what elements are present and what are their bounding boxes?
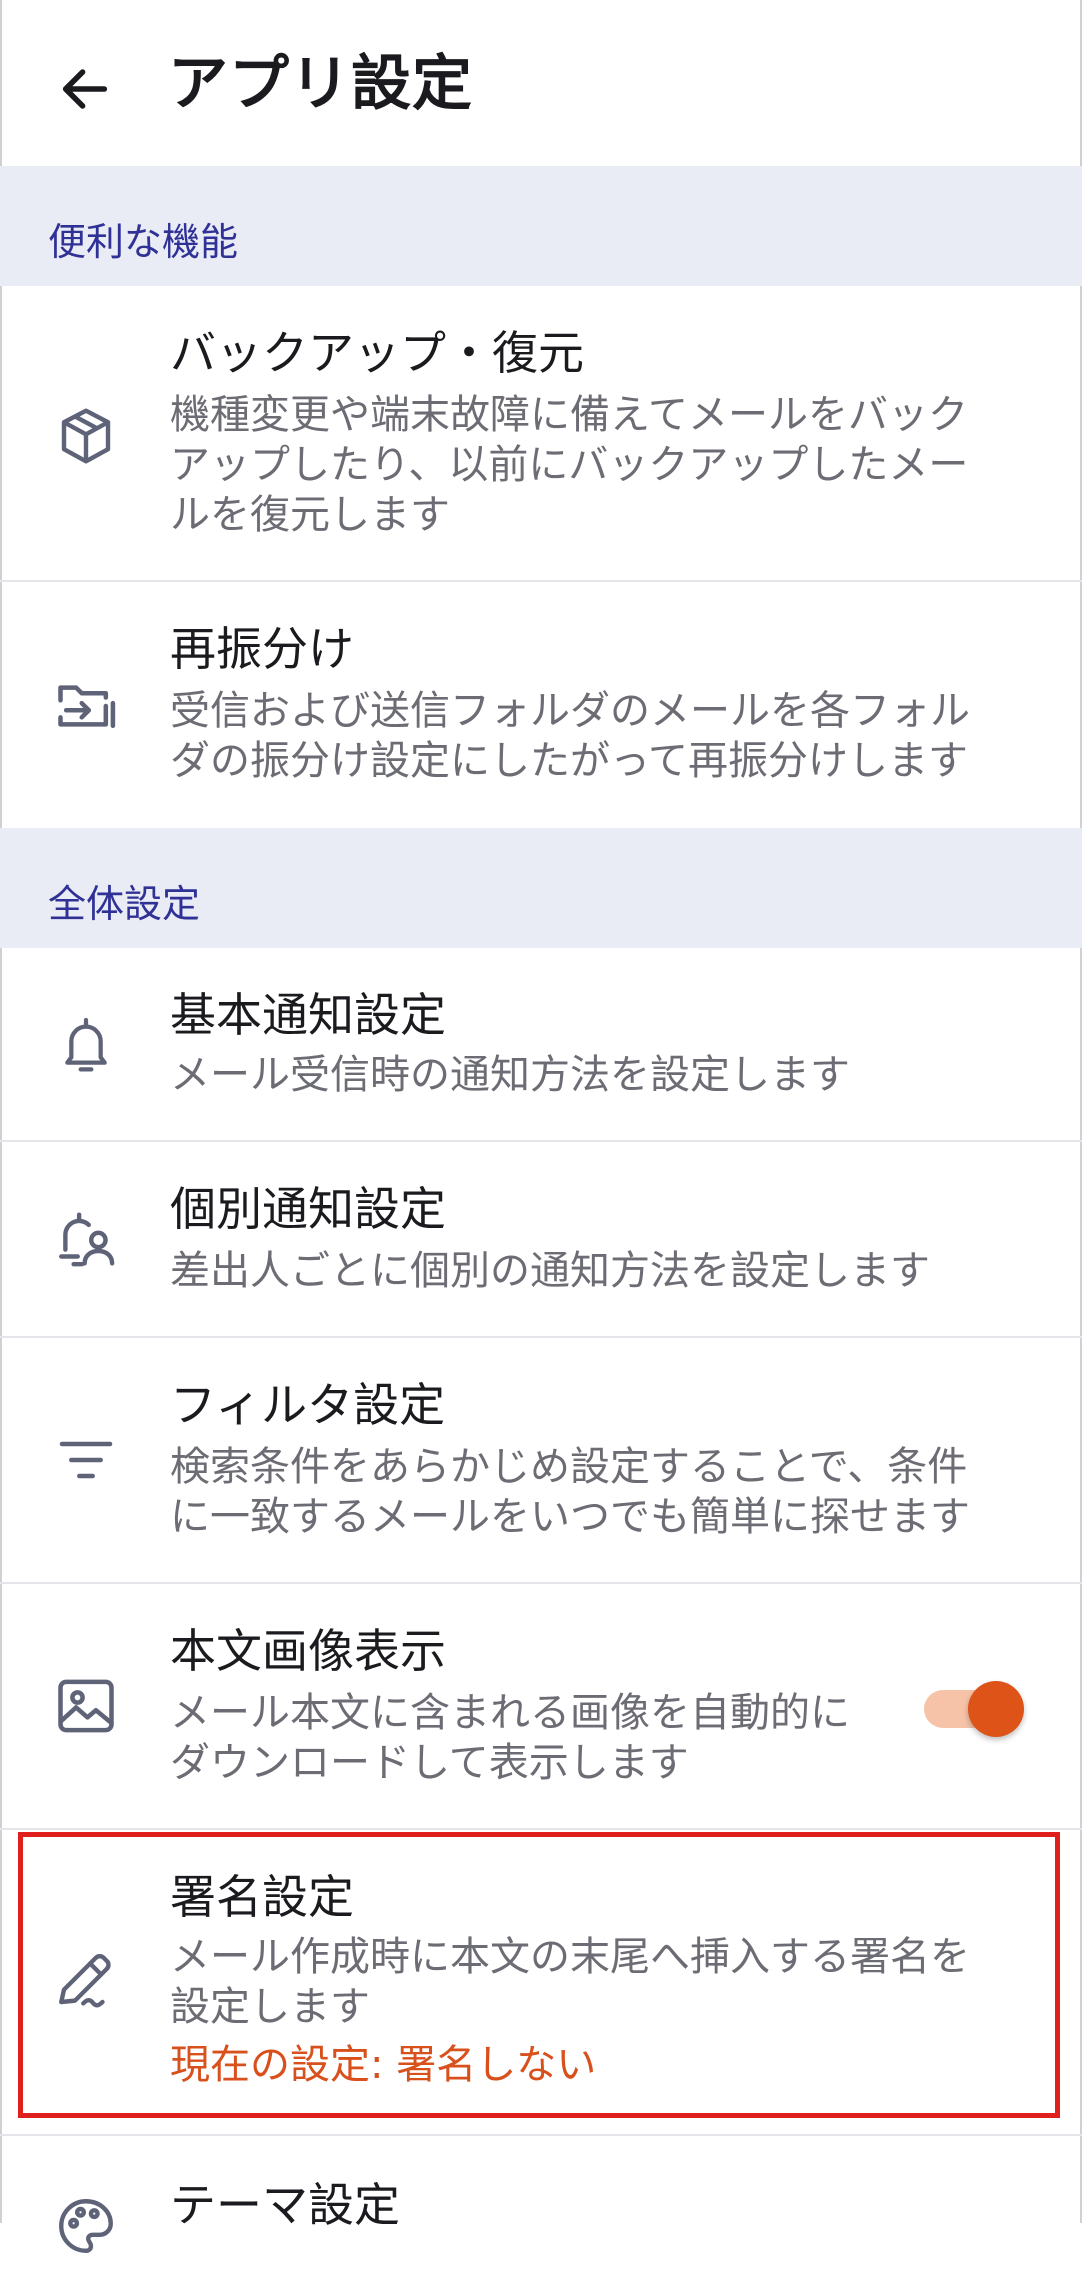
bell-icon (46, 1004, 126, 1084)
item-description: メール受信時の通知方法を設定します (170, 1052, 850, 1098)
folder-move-icon (46, 666, 126, 746)
page-title: アプリ設定 (168, 49, 473, 119)
section-header-features: 便利な機能 (0, 166, 1082, 286)
pen-icon (46, 1940, 126, 2020)
item-description: 受信および送信フォルダのメールを各フォル ダの振分け設定にしたがって再振分けしま… (170, 688, 970, 784)
item-title: テーマ設定 (170, 2178, 400, 2232)
setting-item-image-display[interactable]: 本文画像表示 メール本文に含まれる画像を自動的に ダウンロードして表示します (0, 1584, 1082, 1830)
item-description: メール本文に含まれる画像を自動的に ダウンロードして表示します (170, 1690, 850, 1786)
item-description: 検索条件をあらかじめ設定することで、条件 に一致するメールをいつでも簡単に探せま… (170, 1444, 970, 1540)
box-icon (46, 396, 126, 476)
setting-item-individual-notify[interactable]: 個別通知設定 差出人ごとに個別の通知方法を設定します (0, 1142, 1082, 1338)
item-description: 差出人ごとに個別の通知方法を設定します (170, 1248, 930, 1294)
setting-item-basic-notify[interactable]: 基本通知設定 メール受信時の通知方法を設定します (0, 948, 1082, 1142)
image-display-toggle[interactable] (918, 1668, 1026, 1748)
toggle-thumb (968, 1681, 1024, 1737)
image-icon (46, 1666, 126, 1746)
setting-item-backup[interactable]: バックアップ・復元 機種変更や端末故障に備えてメールをバック アップしたり、以前… (0, 286, 1082, 582)
filter-lines-icon (46, 1420, 126, 1500)
item-title: 本文画像表示 (170, 1624, 446, 1678)
signature-current-value: 現在の設定: 署名しない (170, 2042, 597, 2088)
section-label: 便利な機能 (48, 220, 239, 264)
setting-item-filter[interactable]: フィルタ設定 検索条件をあらかじめ設定することで、条件 に一致するメールをいつで… (0, 1338, 1082, 1584)
setting-item-theme[interactable]: テーマ設定 (0, 2136, 1082, 2296)
section-label: 全体設定 (48, 882, 201, 926)
section-header-general: 全体設定 (0, 828, 1082, 948)
setting-item-resort[interactable]: 再振分け 受信および送信フォルダのメールを各フォル ダの振分け設定にしたがって再… (0, 582, 1082, 830)
palette-icon (46, 2186, 126, 2266)
item-title: 署名設定 (170, 1870, 354, 1924)
bell-person-icon (46, 1200, 126, 1280)
item-title: フィルタ設定 (170, 1378, 446, 1432)
item-description: 機種変更や端末故障に備えてメールをバック アップしたり、以前にバックアップしたメ… (170, 392, 969, 538)
app-bar: アプリ設定 (0, 0, 1082, 166)
item-description: メール作成時に本文の末尾へ挿入する署名を 設定します (170, 1934, 970, 2030)
setting-item-signature[interactable]: 署名設定 メール作成時に本文の末尾へ挿入する署名を 設定します 現在の設定: 署… (0, 1830, 1082, 2136)
arrow-left-icon (62, 69, 108, 109)
item-title: 基本通知設定 (170, 988, 446, 1042)
back-button[interactable] (40, 44, 130, 134)
item-title: バックアップ・復元 (170, 326, 584, 380)
item-title: 再振分け (170, 622, 354, 676)
item-title: 個別通知設定 (170, 1182, 446, 1236)
